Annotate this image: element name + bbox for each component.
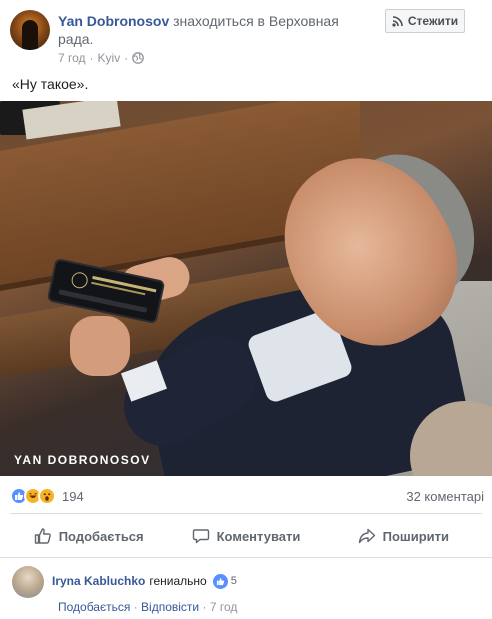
comment-label: Коментувати bbox=[216, 528, 301, 544]
comment-like-link[interactable]: Подобається bbox=[58, 600, 130, 614]
author-avatar[interactable] bbox=[10, 10, 50, 50]
like-button[interactable]: Подобається bbox=[10, 520, 167, 552]
comments-count[interactable]: 32 коментарі bbox=[406, 489, 484, 504]
divider bbox=[0, 557, 492, 558]
rss-icon bbox=[392, 15, 403, 27]
author-line: Yan Dobronosov знаходиться в Верховная р… bbox=[58, 12, 358, 48]
share-label: Поширити bbox=[382, 528, 450, 544]
wow-reaction-icon bbox=[38, 487, 56, 505]
comment-button[interactable]: Коментувати bbox=[167, 520, 324, 552]
comment-likes[interactable]: 5 bbox=[212, 573, 237, 589]
photo-hand-lower bbox=[70, 316, 130, 376]
photo-watermark: YAN DOBRONOSOV bbox=[14, 453, 151, 467]
post-meta: 7 год · Kyiv · bbox=[58, 51, 145, 65]
comment-likes-count: 5 bbox=[230, 575, 237, 587]
avatar-silhouette bbox=[22, 20, 38, 50]
thumbs-up-icon bbox=[34, 528, 51, 544]
divider bbox=[10, 513, 482, 514]
comment-reply-link[interactable]: Відповісти bbox=[141, 600, 199, 614]
comment-icon bbox=[192, 529, 209, 544]
state-seal-icon bbox=[70, 270, 90, 290]
follow-button[interactable]: Стежити bbox=[385, 9, 465, 33]
share-icon bbox=[358, 528, 375, 544]
globe-icon[interactable] bbox=[132, 52, 145, 64]
commenter-avatar[interactable] bbox=[12, 566, 44, 598]
reactions-count: 194 bbox=[62, 488, 84, 504]
comment-text: гениально bbox=[149, 574, 207, 588]
meta-separator: · bbox=[124, 51, 129, 65]
action-bar: Подобається Коментувати Поширити bbox=[10, 520, 482, 552]
like-badge-icon bbox=[212, 573, 228, 589]
author-name[interactable]: Yan Dobronosov bbox=[58, 13, 169, 29]
post-time[interactable]: 7 год bbox=[58, 51, 86, 65]
comment-meta: Подобається · Відповісти · 7 год bbox=[58, 600, 237, 614]
post-photo[interactable]: YAN DOBRONOSOV bbox=[0, 101, 492, 476]
meta-separator: · bbox=[133, 600, 142, 614]
share-button[interactable]: Поширити bbox=[325, 520, 482, 552]
post-card: Yan Dobronosov знаходиться в Верховная р… bbox=[0, 0, 492, 619]
comment-author[interactable]: Iryna Kabluchko bbox=[52, 574, 145, 588]
reactions-summary[interactable]: 194 bbox=[10, 487, 84, 505]
comment-time[interactable]: 7 год bbox=[210, 600, 238, 614]
meta-separator: · bbox=[89, 51, 94, 65]
comment-bubble: Iryna Kabluchko гениально 5 bbox=[52, 568, 237, 594]
follow-label: Стежити bbox=[407, 14, 459, 28]
like-label: Подобається bbox=[58, 528, 144, 544]
post-location[interactable]: Kyiv bbox=[98, 51, 121, 65]
post-text: «Ну такое». bbox=[12, 76, 89, 92]
meta-separator: · bbox=[202, 600, 210, 614]
